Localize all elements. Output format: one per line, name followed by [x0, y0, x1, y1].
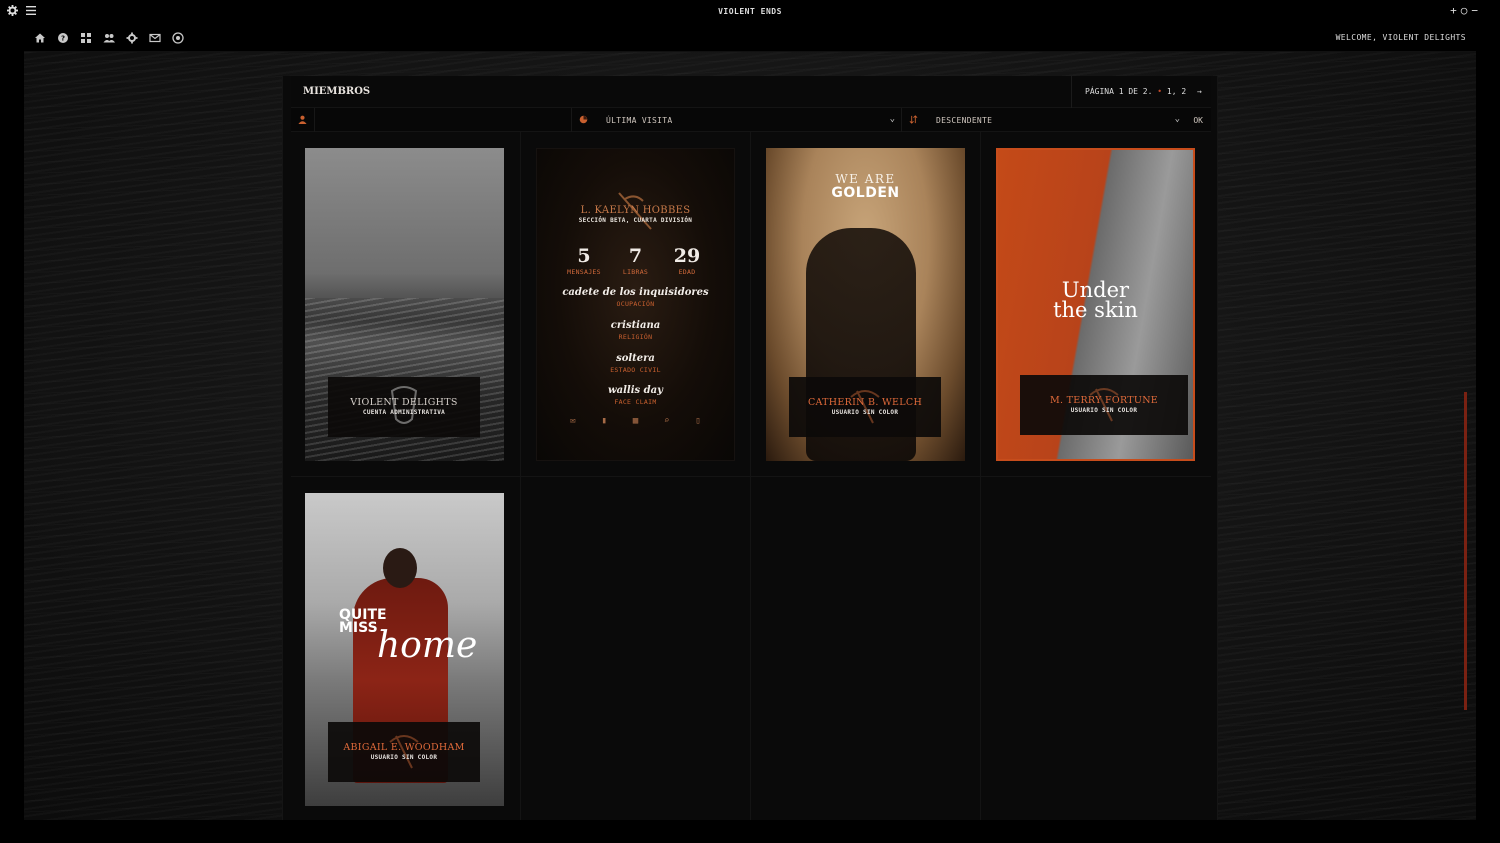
field-label: RELIGIÓN: [618, 333, 653, 341]
member-nameplate: ABIGAIL E. WOODHAM USUARIO SIN COLOR: [328, 722, 480, 782]
member-name[interactable]: L. KAELYN HOBBES: [537, 205, 734, 216]
pagination-label: PÁGINA 1 DE 2.: [1085, 87, 1153, 96]
chevron-down-icon: ⌄: [1174, 114, 1180, 124]
username-filter[interactable]: [291, 108, 315, 132]
card-art-text: Under the skin: [998, 278, 1193, 322]
settings-icon[interactable]: [126, 32, 138, 44]
member-name[interactable]: CATHERIN B. WELCH: [789, 397, 941, 408]
member-card[interactable]: QUITE MISS home ABIGAIL E. WOODHAM USUAR…: [305, 493, 504, 806]
search-icon[interactable]: ⌕: [661, 416, 673, 426]
nav-icons: ?: [34, 32, 184, 44]
member-nameplate: M. TERRY FORTUNE USUARIO SIN COLOR: [1020, 375, 1188, 435]
member-role: USUARIO SIN COLOR: [370, 754, 438, 761]
groups-icon[interactable]: [80, 32, 92, 44]
stat-value: 7: [628, 245, 643, 267]
member-nameplate: VIOLENT DELIGHTS CUENTA ADMINISTRATIVA: [328, 377, 480, 437]
pagination: PÁGINA 1 DE 2. • 1, 2 →: [1071, 76, 1211, 108]
home-icon[interactable]: [34, 32, 46, 44]
stat-value: 5: [577, 245, 591, 267]
card-art-text: GOLDEN: [831, 185, 900, 201]
member-role: USUARIO SIN COLOR: [1070, 407, 1138, 414]
window-titlebar: VIOLENT ENDS + ○ −: [0, 0, 1500, 24]
plus-icon[interactable]: +: [1450, 4, 1457, 17]
member-card-detail[interactable]: L. KAELYN HOBBES SECCIÓN BETA, CUARTA DI…: [536, 148, 735, 461]
card-artwork: [383, 548, 417, 588]
circle-icon[interactable]: ○: [1461, 4, 1468, 17]
card-art-line: the skin: [1053, 298, 1138, 322]
window-title: VIOLENT ENDS: [718, 7, 782, 16]
field-civil-status: soltera ESTADO CIVIL: [537, 353, 734, 374]
field-value: soltera: [616, 353, 655, 364]
field-religion: cristiana RELIGIÓN: [537, 320, 734, 341]
pagination-pages[interactable]: 1, 2: [1167, 87, 1186, 96]
field-face-claim: wallis day FACE CLAIM: [537, 385, 734, 406]
page-title: MIEMBROS: [303, 86, 371, 97]
member-role: SECCIÓN BETA, CUARTA DIVISIÓN: [578, 217, 693, 224]
stats-icon[interactable]: ▦: [630, 416, 642, 426]
member-role: CUENTA ADMINISTRATIVA: [362, 409, 446, 416]
field-label: ESTADO CIVIL: [610, 366, 661, 374]
minus-icon[interactable]: −: [1471, 4, 1478, 17]
user-icon: [298, 115, 307, 124]
svg-text:?: ?: [61, 35, 65, 43]
field-value: wallis day: [608, 385, 663, 396]
card-art-text: home: [377, 625, 478, 666]
member-actions: ✉ ▮ ▦ ⌕ ▯: [567, 416, 704, 426]
profile-icon[interactable]: ▮: [598, 416, 610, 426]
order-value: DESCENDENTE: [936, 116, 993, 125]
field-value: cristiana: [610, 320, 661, 331]
chevron-down-icon: ⌄: [889, 114, 895, 124]
member-card[interactable]: Under the skin M. TERRY FORTUNE USUARIO …: [996, 148, 1195, 461]
member-role: USUARIO SIN COLOR: [831, 409, 899, 416]
mail-icon[interactable]: [149, 32, 161, 44]
sort-by-value: ÚLTIMA VISITA: [606, 116, 673, 125]
sort-order-icon: [909, 115, 918, 124]
ok-button[interactable]: OK: [1193, 116, 1203, 125]
mail-icon[interactable]: ✉: [567, 416, 579, 426]
members-icon[interactable]: [103, 32, 115, 44]
card-art-text: WE ARE: [835, 172, 896, 186]
stat-messages: 5 MENSAJES: [559, 246, 609, 276]
field-occupation: cadete de los inquisidores OCUPACIÓN: [537, 287, 734, 308]
stat-label: LIBRAS: [622, 268, 649, 276]
order-select[interactable]: DESCENDENTE ⌄: [901, 108, 1186, 132]
member-name[interactable]: ABIGAIL E. WOODHAM: [328, 742, 480, 753]
stat-label: MENSAJES: [567, 268, 601, 276]
phone-icon[interactable]: ▯: [692, 416, 704, 426]
pagination-dot: •: [1157, 87, 1163, 96]
stat-value: 29: [673, 245, 701, 267]
card-art-line: Under: [1061, 278, 1130, 302]
member-card[interactable]: VIOLENT DELIGHTS CUENTA ADMINISTRATIVA: [305, 148, 504, 461]
welcome-text[interactable]: WELCOME, VIOLENT DELIGHTS: [1336, 33, 1466, 42]
member-stats: 5 MENSAJES 7 LIBRAS 29 EDAD: [559, 246, 712, 276]
arrow-right-icon[interactable]: →: [1197, 87, 1202, 96]
sort-by-select[interactable]: ÚLTIMA VISITA ⌄: [571, 108, 901, 132]
member-card[interactable]: WE ARE GOLDEN CATHERIN B. WELCH USUARIO …: [766, 148, 965, 461]
member-name[interactable]: VIOLENT DELIGHTS: [328, 397, 480, 408]
field-label: OCUPACIÓN: [616, 300, 655, 308]
member-filters: ÚLTIMA VISITA ⌄ DESCENDENTE ⌄ OK: [291, 108, 1211, 132]
help-icon[interactable]: ?: [57, 32, 69, 44]
field-value: cadete de los inquisidores: [562, 287, 709, 298]
clock-icon: [579, 115, 588, 124]
window-right-controls: + ○ −: [1450, 4, 1478, 17]
stat-libras: 7 LIBRAS: [611, 246, 661, 276]
panel-header: MIEMBROS PÁGINA 1 DE 2. • 1, 2 →: [291, 76, 1211, 108]
member-nameplate: CATHERIN B. WELCH USUARIO SIN COLOR: [789, 377, 941, 437]
scrollbar[interactable]: [1464, 392, 1467, 710]
stat-label: EDAD: [678, 268, 696, 276]
stat-age: 29 EDAD: [662, 246, 712, 276]
member-name[interactable]: M. TERRY FORTUNE: [1020, 395, 1188, 406]
at-icon[interactable]: [172, 32, 184, 44]
field-label: FACE CLAIM: [614, 398, 657, 406]
forum-navbar: ? WELCOME, VIOLENT DELIGHTS: [24, 24, 1476, 52]
